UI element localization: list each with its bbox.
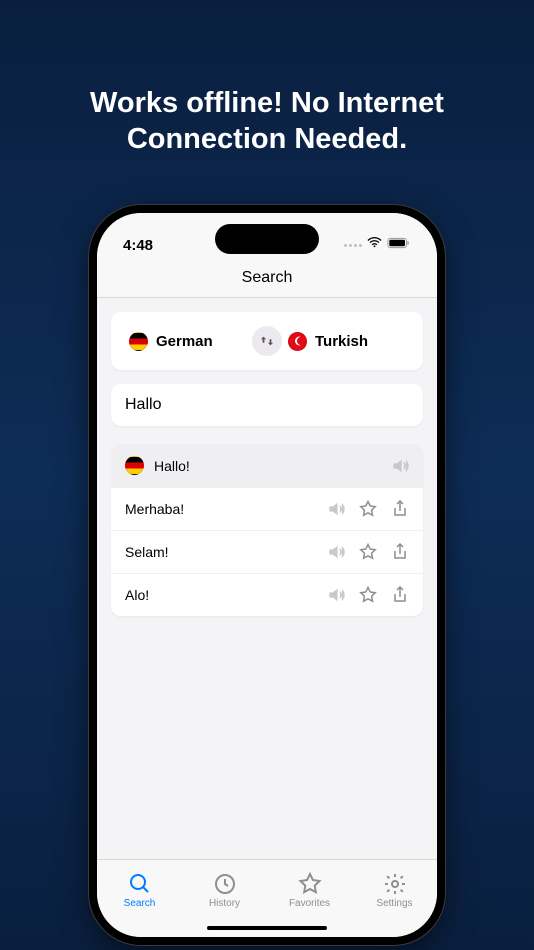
wifi-icon xyxy=(367,236,382,254)
tab-settings[interactable]: Settings xyxy=(352,860,437,915)
status-icons xyxy=(344,236,411,254)
result-row: Selam! xyxy=(111,530,423,573)
language-selector-card: German Turkish xyxy=(111,312,423,370)
row-actions xyxy=(327,543,409,561)
source-language-label: German xyxy=(156,333,213,350)
row-actions xyxy=(327,586,409,604)
phone-frame: 4:48 Search German xyxy=(89,205,445,945)
target-language-button[interactable]: Turkish xyxy=(282,332,411,351)
history-icon xyxy=(213,872,237,896)
speaker-icon[interactable] xyxy=(391,457,409,475)
gear-icon xyxy=(383,872,407,896)
search-input-card[interactable]: Hallo xyxy=(111,384,423,426)
speaker-icon[interactable] xyxy=(327,586,345,604)
tab-history[interactable]: History xyxy=(182,860,267,915)
favorite-icon[interactable] xyxy=(359,586,377,604)
result-text: Alo! xyxy=(125,587,327,603)
tab-label: Settings xyxy=(376,898,412,909)
tab-label: History xyxy=(209,898,240,909)
battery-icon xyxy=(387,236,411,254)
favorite-icon[interactable] xyxy=(359,543,377,561)
home-indicator[interactable] xyxy=(207,926,327,930)
speaker-icon[interactable] xyxy=(327,500,345,518)
result-row: Merhaba! xyxy=(111,487,423,530)
turkish-flag-icon xyxy=(288,332,307,351)
result-header-text: Hallo! xyxy=(154,458,381,474)
tab-label: Search xyxy=(124,898,156,909)
nav-header: Search xyxy=(97,263,437,298)
phone-screen: 4:48 Search German xyxy=(97,213,437,937)
page-title: Search xyxy=(97,269,437,287)
result-text: Merhaba! xyxy=(125,501,327,517)
target-language-label: Turkish xyxy=(315,333,368,350)
cellular-icon xyxy=(344,244,362,247)
share-icon[interactable] xyxy=(391,586,409,604)
search-input[interactable]: Hallo xyxy=(125,396,409,414)
content-area: German Turkish Hallo Hallo! xyxy=(97,298,437,616)
tab-label: Favorites xyxy=(289,898,330,909)
german-flag-icon xyxy=(125,456,144,475)
tab-favorites[interactable]: Favorites xyxy=(267,860,352,915)
share-icon[interactable] xyxy=(391,500,409,518)
result-header-row: Hallo! xyxy=(111,444,423,487)
share-icon[interactable] xyxy=(391,543,409,561)
tab-search[interactable]: Search xyxy=(97,860,182,915)
star-icon xyxy=(298,872,322,896)
speaker-icon[interactable] xyxy=(327,543,345,561)
result-row: Alo! xyxy=(111,573,423,616)
search-icon xyxy=(128,872,152,896)
row-actions xyxy=(327,500,409,518)
swap-languages-button[interactable] xyxy=(252,326,282,356)
source-language-button[interactable]: German xyxy=(123,332,252,351)
result-text: Selam! xyxy=(125,544,327,560)
status-time: 4:48 xyxy=(123,237,153,254)
results-card: Hallo! Merhaba! Selam! xyxy=(111,444,423,616)
favorite-icon[interactable] xyxy=(359,500,377,518)
dynamic-island xyxy=(215,224,319,254)
german-flag-icon xyxy=(129,332,148,351)
promo-title: Works offline! No Internet Connection Ne… xyxy=(0,0,534,158)
